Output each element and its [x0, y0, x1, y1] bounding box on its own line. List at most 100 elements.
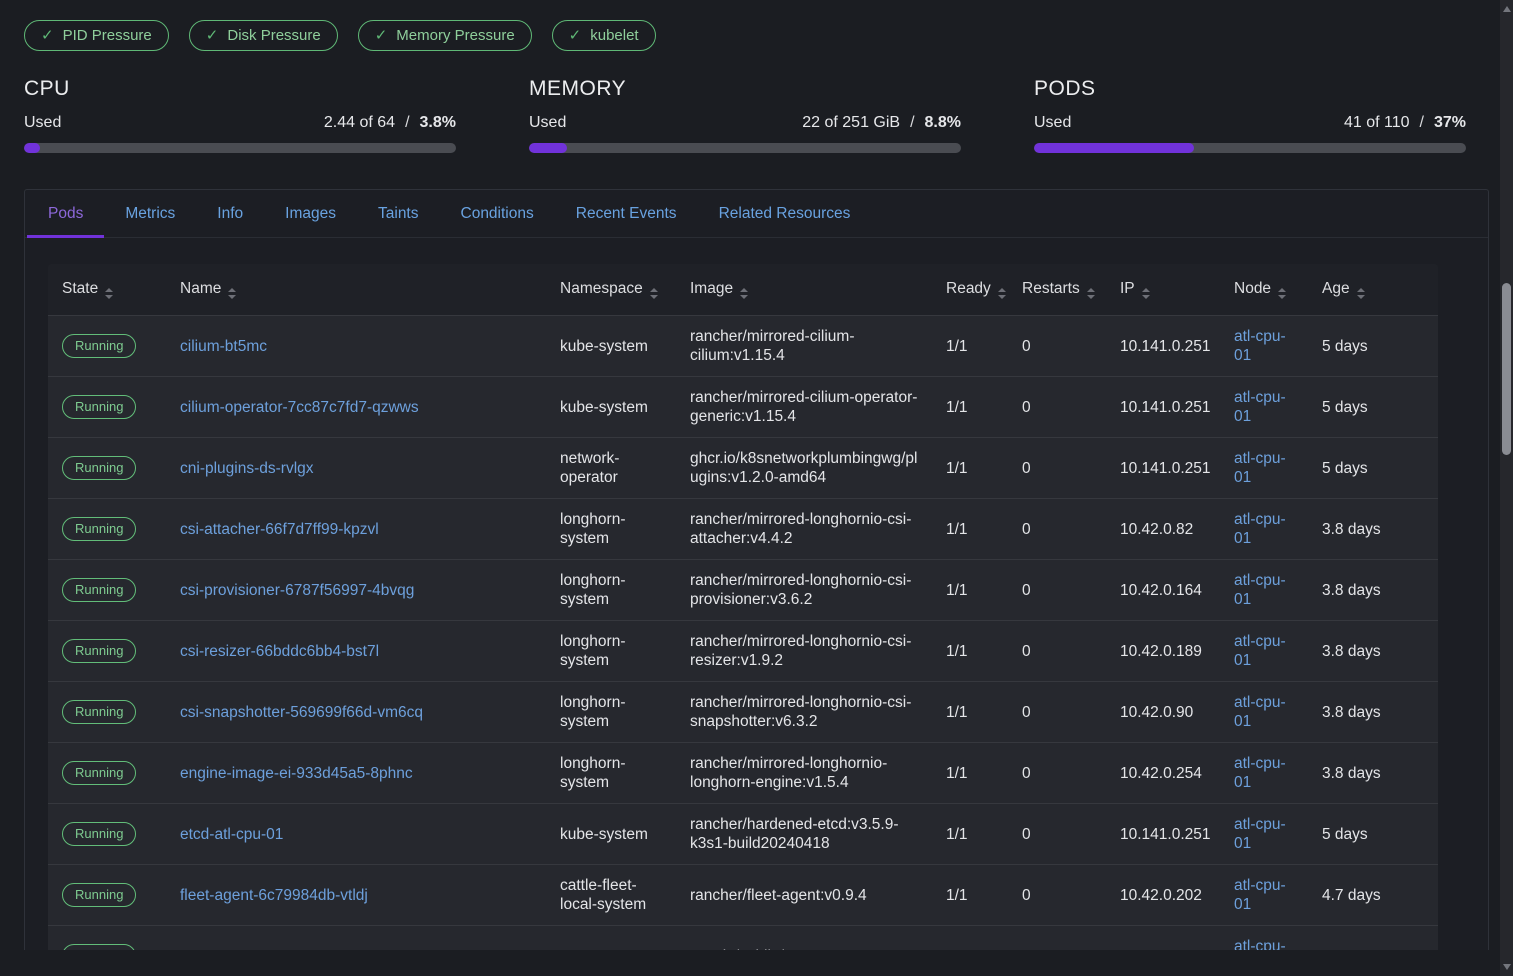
- ip-cell: 10.42.0.90: [1106, 682, 1220, 743]
- state-badge: Running: [62, 395, 136, 419]
- gauge-separator: /: [1420, 114, 1424, 132]
- tab-label: Pods: [48, 205, 83, 223]
- ready-cell: 1/1: [932, 743, 1008, 804]
- pod-name-link[interactable]: csi-resizer-66bddc6bb4-bst7l: [180, 643, 379, 660]
- sort-icon[interactable]: [740, 288, 748, 299]
- node-cell: atl-cpu-01: [1220, 621, 1308, 682]
- tab-label: Recent Events: [576, 205, 677, 223]
- state-cell: Running: [48, 804, 166, 865]
- sort-icon[interactable]: [228, 288, 236, 299]
- tab-images[interactable]: Images: [264, 190, 357, 237]
- pods-table-body: Running cilium-bt5mc kube-system rancher…: [48, 316, 1438, 951]
- tab-label: Info: [217, 205, 243, 223]
- pod-name-link[interactable]: csi-snapshotter-569699f66d-vm6cq: [180, 704, 423, 721]
- state-badge: Running: [62, 761, 136, 785]
- table-row: Running csi-attacher-66f7d7ff99-kpzvl lo…: [48, 499, 1438, 560]
- pod-name-link[interactable]: engine-image-ei-933d45a5-8phnc: [180, 765, 413, 782]
- scrollbar-thumb[interactable]: [1502, 283, 1511, 455]
- restarts-cell: 0: [1008, 499, 1106, 560]
- node-link[interactable]: atl-cpu-01: [1234, 816, 1286, 852]
- scrollbar[interactable]: [1500, 0, 1513, 976]
- sort-icon[interactable]: [105, 288, 113, 299]
- name-cell: csi-resizer-66bddc6bb4-bst7l: [166, 621, 546, 682]
- gauge-bar: [24, 143, 456, 153]
- gauge-separator: /: [405, 114, 409, 132]
- tab-taints[interactable]: Taints: [357, 190, 440, 237]
- pod-name-link[interactable]: fleet-agent-6c79984db-vtldj: [180, 887, 368, 904]
- node-link[interactable]: atl-cpu-01: [1234, 755, 1286, 791]
- pod-name-link[interactable]: cilium-bt5mc: [180, 338, 267, 355]
- gauge-pods: PODS Used 41 of 110 / 37%: [1034, 77, 1466, 153]
- node-detail-page: ✓ PID Pressure ✓ Disk Pressure ✓ Memory …: [0, 0, 1513, 976]
- gauge-percent: 3.8%: [420, 114, 456, 132]
- name-cell: csi-attacher-66f7d7ff99-kpzvl: [166, 499, 546, 560]
- image-cell: rancher/mirrored-cilium-cilium:v1.15.4: [676, 316, 932, 377]
- pod-name-link[interactable]: cilium-operator-7cc87c7fd7-qzwws: [180, 399, 419, 416]
- node-link[interactable]: atl-cpu-01: [1234, 694, 1286, 730]
- namespace-cell: longhorn-system: [546, 499, 676, 560]
- restarts-cell: 0: [1008, 438, 1106, 499]
- tab-related-resources[interactable]: Related Resources: [698, 190, 872, 237]
- sort-icon[interactable]: [998, 288, 1006, 299]
- tab-label: Images: [285, 205, 336, 223]
- node-cell: atl-cpu-01: [1220, 865, 1308, 926]
- table-row: Running nvcr.io/nvidia/gpu-operator:v2 a…: [48, 926, 1438, 951]
- ip-cell: 10.42.0.202: [1106, 865, 1220, 926]
- node-link[interactable]: atl-cpu-01: [1234, 633, 1286, 669]
- node-cell: atl-cpu-01: [1220, 499, 1308, 560]
- table-row: Running csi-snapshotter-569699f66d-vm6cq…: [48, 682, 1438, 743]
- table-header-row: State Name Namespace Image Ready Restart…: [48, 264, 1438, 316]
- ip-cell: 10.141.0.251: [1106, 438, 1220, 499]
- sort-icon[interactable]: [1357, 288, 1365, 299]
- column-header-age[interactable]: Age: [1308, 264, 1438, 316]
- ip-cell: 10.42.0.164: [1106, 560, 1220, 621]
- image-cell: rancher/mirrored-longhornio-longhorn-eng…: [676, 743, 932, 804]
- tab-pods[interactable]: Pods: [27, 190, 104, 237]
- gauge-used-label: Used: [529, 114, 566, 132]
- node-link[interactable]: atl-cpu-01: [1234, 389, 1286, 425]
- age-cell: 5 days: [1308, 316, 1438, 377]
- column-header-image[interactable]: Image: [676, 264, 932, 316]
- sort-icon[interactable]: [650, 288, 658, 299]
- tab-bar: Pods Metrics Info Images Taints Conditio…: [25, 190, 1488, 238]
- node-link[interactable]: atl-cpu-01: [1234, 572, 1286, 608]
- tab-metrics[interactable]: Metrics: [104, 190, 196, 237]
- gauge-amount: 41 of 110: [1344, 114, 1410, 132]
- column-header-ip[interactable]: IP: [1106, 264, 1220, 316]
- namespace-cell: longhorn-system: [546, 682, 676, 743]
- pod-name-link[interactable]: etcd-atl-cpu-01: [180, 826, 283, 843]
- pod-name-link[interactable]: cni-plugins-ds-rvlgx: [180, 460, 314, 477]
- gauge-amount: 2.44 of 64: [324, 114, 395, 132]
- pod-name-link[interactable]: csi-attacher-66f7d7ff99-kpzvl: [180, 521, 379, 538]
- column-header-name[interactable]: Name: [166, 264, 546, 316]
- name-cell: engine-image-ei-933d45a5-8phnc: [166, 743, 546, 804]
- node-link[interactable]: atl-cpu-01: [1234, 938, 1286, 950]
- column-header-ready[interactable]: Ready: [932, 264, 1008, 316]
- pressure-badge-label: PID Pressure: [63, 26, 152, 45]
- gauge-title: PODS: [1034, 77, 1466, 101]
- tab-conditions[interactable]: Conditions: [440, 190, 555, 237]
- node-cell: atl-cpu-01: [1220, 682, 1308, 743]
- image-cell: rancher/mirrored-longhornio-csi-attacher…: [676, 499, 932, 560]
- pressure-badge-kubelet: ✓ kubelet: [552, 20, 656, 51]
- tab-recent-events[interactable]: Recent Events: [555, 190, 698, 237]
- node-link[interactable]: atl-cpu-01: [1234, 328, 1286, 364]
- check-icon: ✓: [206, 26, 219, 45]
- column-header-node[interactable]: Node: [1220, 264, 1308, 316]
- name-cell: cilium-bt5mc: [166, 316, 546, 377]
- column-header-state[interactable]: State: [48, 264, 166, 316]
- sort-icon[interactable]: [1087, 288, 1095, 299]
- ready-cell: 1/1: [932, 560, 1008, 621]
- node-link[interactable]: atl-cpu-01: [1234, 450, 1286, 486]
- tab-info[interactable]: Info: [196, 190, 264, 237]
- pod-name-link[interactable]: csi-provisioner-6787f56997-4bvqg: [180, 582, 414, 599]
- sort-icon[interactable]: [1278, 288, 1286, 299]
- scroll-down-icon[interactable]: [1500, 960, 1513, 974]
- state-badge: Running: [62, 944, 136, 950]
- sort-icon[interactable]: [1142, 288, 1150, 299]
- node-link[interactable]: atl-cpu-01: [1234, 511, 1286, 547]
- node-link[interactable]: atl-cpu-01: [1234, 877, 1286, 913]
- column-header-restarts[interactable]: Restarts: [1008, 264, 1106, 316]
- column-header-namespace[interactable]: Namespace: [546, 264, 676, 316]
- scroll-up-icon[interactable]: [1500, 2, 1513, 16]
